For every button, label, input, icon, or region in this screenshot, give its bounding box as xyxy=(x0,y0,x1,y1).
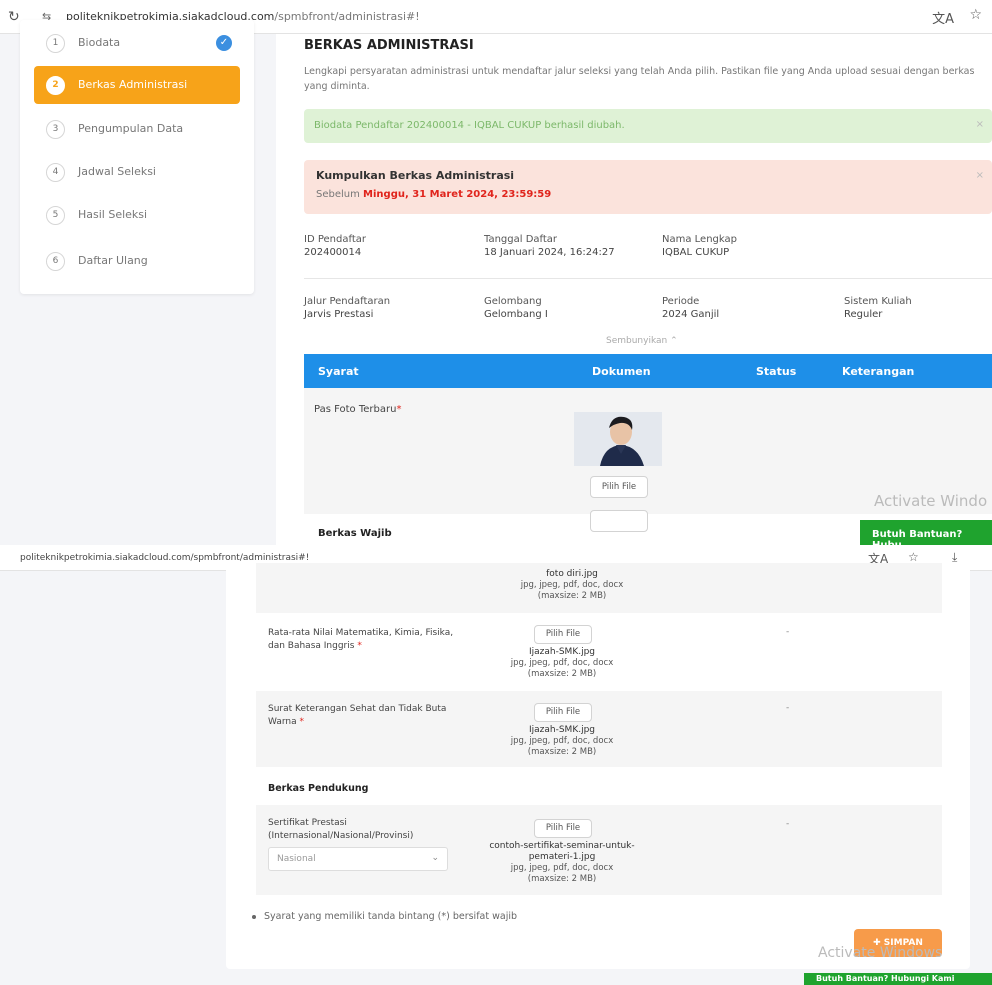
close-icon[interactable]: × xyxy=(976,170,984,181)
file-types: jpg, jpeg, pdf, doc, docx xyxy=(510,736,614,746)
step-pengumpulan-data[interactable]: 3 Pengumpulan Data xyxy=(34,110,240,148)
step-label: Pengumpulan Data xyxy=(78,122,184,135)
header-syarat: Syarat xyxy=(318,365,359,378)
step-number: 2 xyxy=(46,76,65,95)
page-title: BERKAS ADMINISTRASI xyxy=(304,38,474,53)
step-label: Berkas Administrasi xyxy=(78,78,188,91)
info-tanggal-daftar: Tanggal Daftar 18 Januari 2024, 16:24:27 xyxy=(484,234,615,258)
file-info: contoh-sertifikat-seminar-untuk-pemateri… xyxy=(462,841,662,885)
select-value: Nasional xyxy=(277,854,316,864)
file-name: contoh-sertifikat-seminar-untuk-pemateri… xyxy=(489,841,635,862)
pilih-file-button[interactable]: Pilih File xyxy=(534,703,592,722)
step-jadwal-seleksi[interactable]: 4 Jadwal Seleksi xyxy=(34,153,240,191)
step-biodata[interactable]: 1 Biodata ✓ xyxy=(34,24,240,62)
info-gelombang: Gelombang Gelombang I xyxy=(484,296,548,320)
translate-icon[interactable]: 文A xyxy=(932,8,954,27)
info-jalur-pendaftaran: Jalur Pendaftaran Jarvis Prestasi xyxy=(304,296,391,320)
file-name: Ijazah-SMK.jpg xyxy=(528,725,596,735)
activate-windows-watermark: Activate Windows xyxy=(818,945,943,961)
file-info: Ijazah-SMK.jpg jpg, jpeg, pdf, doc, docx… xyxy=(462,647,662,680)
status-value: - xyxy=(786,627,790,637)
requirement-label: Sertifikat Prestasi (Internasional/Nasio… xyxy=(268,818,414,841)
table-row-partial: foto diri.jpg jpg, jpeg, pdf, doc, docx … xyxy=(256,563,942,613)
table-row-rata-rata-nilai: Rata-rata Nilai Matematika, Kimia, Fisik… xyxy=(256,619,942,687)
requirements-card: foto diri.jpg jpg, jpeg, pdf, doc, docx … xyxy=(226,563,970,969)
file-maxsize: (maxsize: 2 MB) xyxy=(527,874,597,884)
header-keterangan: Keterangan xyxy=(842,365,915,378)
step-number: 3 xyxy=(46,120,65,139)
file-maxsize: (maxsize: 2 MB) xyxy=(537,591,607,601)
hide-details-toggle[interactable]: Sembunyikan ⌃ xyxy=(606,336,678,346)
bookmark-star-icon[interactable]: ☆ xyxy=(969,7,982,23)
step-number: 6 xyxy=(46,252,65,271)
pilih-file-button[interactable]: Pilih File xyxy=(534,819,592,838)
prestasi-level-select[interactable]: Nasional ⌄ xyxy=(268,847,448,871)
table-row-surat-sehat: Surat Keterangan Sehat dan Tidak Buta Wa… xyxy=(256,691,942,767)
step-number: 5 xyxy=(46,206,65,225)
person-photo-icon xyxy=(574,412,662,466)
url-text[interactable]: politeknikpetrokimia.siakadcloud.com/spm… xyxy=(20,553,309,563)
pilih-file-button[interactable]: Pilih File xyxy=(534,625,592,644)
step-label: Hasil Seleksi xyxy=(78,208,148,221)
requirement-label: Surat Keterangan Sehat dan Tidak Buta Wa… xyxy=(268,704,447,727)
deadline-title: Kumpulkan Berkas Administrasi xyxy=(316,169,515,182)
activate-windows-watermark: Activate Windo xyxy=(874,492,988,510)
step-daftar-ulang[interactable]: 6 Daftar Ulang xyxy=(34,242,240,280)
deadline-text: Sebelum Minggu, 31 Maret 2024, 23:59:59 xyxy=(316,189,552,200)
help-button[interactable]: Butuh Bantuan? Hubungi Kami xyxy=(804,973,992,985)
bullet-icon xyxy=(252,914,256,919)
step-label: Biodata xyxy=(78,36,121,49)
main-content: BERKAS ADMINISTRASI Lengkapi persyaratan… xyxy=(276,34,992,545)
step-hasil-seleksi[interactable]: 5 Hasil Seleksi xyxy=(34,196,240,234)
registration-steps-sidebar: 1 Biodata ✓ 2 Berkas Administrasi 3 Peng… xyxy=(20,20,254,294)
reload-icon[interactable]: ↻ xyxy=(8,9,20,25)
chevron-down-icon: ⌄ xyxy=(431,853,439,863)
divider xyxy=(304,278,992,279)
requirement-label: Rata-rata Nilai Matematika, Kimia, Fisik… xyxy=(268,628,454,651)
screenshot-top: ↻ ⇆ politeknikpetrokimia.siakadcloud.com… xyxy=(0,0,992,545)
file-types: jpg, jpeg, pdf, doc, docx xyxy=(510,863,614,873)
requirement-label: Pas Foto Terbaru* xyxy=(314,404,402,415)
table-row-sertifikat-prestasi: Sertifikat Prestasi (Internasional/Nasio… xyxy=(256,805,942,895)
step-label: Daftar Ulang xyxy=(78,254,148,267)
check-icon: ✓ xyxy=(216,35,232,51)
step-number: 4 xyxy=(46,163,65,182)
deadline-alert: Kumpulkan Berkas Administrasi Sebelum Mi… xyxy=(304,160,992,214)
header-status: Status xyxy=(756,365,797,378)
success-alert: Biodata Pendaftar 202400014 - IQBAL CUKU… xyxy=(304,109,992,143)
status-value: - xyxy=(786,703,790,713)
bookmark-star-icon[interactable]: ☆ xyxy=(908,550,919,564)
info-periode: Periode 2024 Ganjil xyxy=(662,296,720,320)
section-berkas-pendukung: Berkas Pendukung xyxy=(268,783,369,794)
pilih-file-button-pas-foto[interactable]: Pilih File xyxy=(590,476,648,498)
file-maxsize: (maxsize: 2 MB) xyxy=(527,747,597,757)
file-info: foto diri.jpg jpg, jpeg, pdf, doc, docx … xyxy=(472,569,672,602)
status-value: - xyxy=(786,819,790,829)
file-types: jpg, jpeg, pdf, doc, docx xyxy=(510,658,614,668)
step-berkas-administrasi[interactable]: 2 Berkas Administrasi xyxy=(34,66,240,104)
required-note: Syarat yang memiliki tanda bintang (*) b… xyxy=(252,911,517,922)
section-berkas-wajib: Berkas Wajib xyxy=(318,528,392,539)
requirements-table-header: Syarat Dokumen Status Keterangan xyxy=(304,354,992,388)
pilih-file-button[interactable] xyxy=(590,510,648,532)
close-icon[interactable]: × xyxy=(976,119,984,130)
file-maxsize: (maxsize: 2 MB) xyxy=(527,669,597,679)
success-alert-text: Biodata Pendaftar 202400014 - IQBAL CUKU… xyxy=(314,120,625,131)
file-name: foto diri.jpg xyxy=(546,569,598,579)
screenshot-bottom: politeknikpetrokimia.siakadcloud.com/spm… xyxy=(0,545,992,985)
file-info: Ijazah-SMK.jpg jpg, jpeg, pdf, doc, docx… xyxy=(462,725,662,758)
info-sistem-kuliah: Sistem Kuliah Reguler xyxy=(844,296,912,320)
page-description: Lengkapi persyaratan administrasi untuk … xyxy=(304,66,975,92)
step-number: 1 xyxy=(46,34,65,53)
file-name: Ijazah-SMK.jpg xyxy=(528,647,596,657)
help-button[interactable]: Butuh Bantuan? Hubu xyxy=(860,520,992,545)
header-dokumen: Dokumen xyxy=(592,365,651,378)
file-types: jpg, jpeg, pdf, doc, docx xyxy=(520,580,624,590)
deadline-date: Minggu, 31 Maret 2024, 23:59:59 xyxy=(363,189,552,200)
step-label: Jadwal Seleksi xyxy=(78,165,156,178)
uploaded-photo-preview xyxy=(574,412,662,466)
info-id-pendaftar: ID Pendaftar 202400014 xyxy=(304,234,366,258)
info-nama-lengkap: Nama Lengkap IQBAL CUKUP xyxy=(662,234,737,258)
